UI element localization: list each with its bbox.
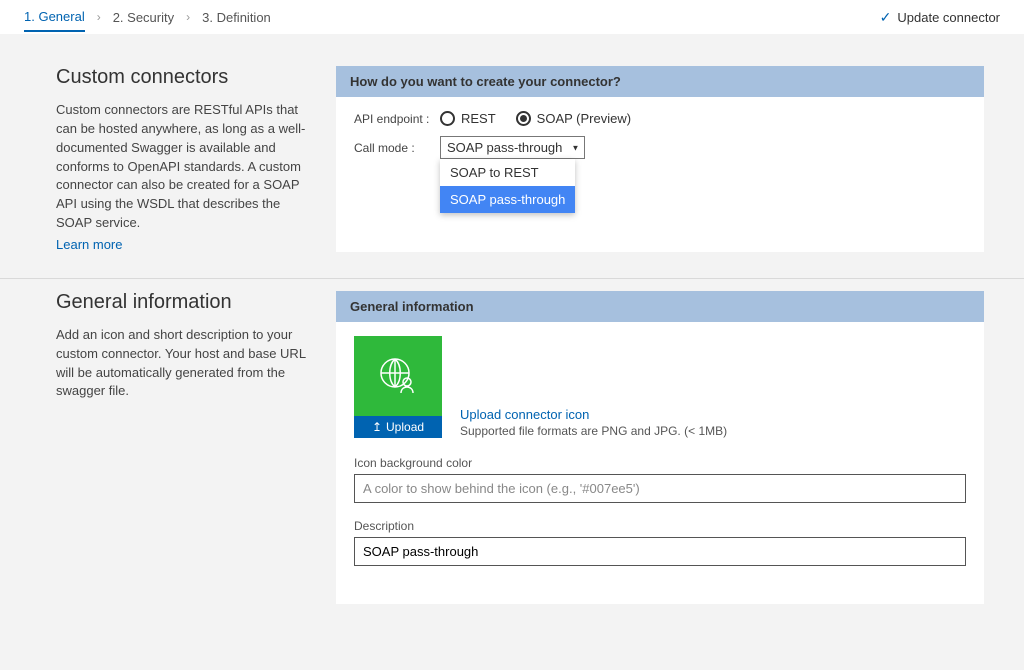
description-input[interactable] bbox=[354, 537, 966, 566]
upload-supported-text: Supported file formats are PNG and JPG. … bbox=[460, 424, 727, 438]
update-connector-label: Update connector bbox=[897, 10, 1000, 25]
top-step-bar: 1. General › 2. Security › 3. Definition… bbox=[0, 0, 1024, 34]
learn-more-link[interactable]: Learn more bbox=[56, 237, 122, 252]
radio-icon bbox=[516, 111, 531, 126]
page-body: Custom connectors Custom connectors are … bbox=[0, 34, 1024, 670]
icon-upload-row: ↥ Upload Upload connector icon Supported… bbox=[354, 336, 966, 438]
call-mode-label: Call mode : bbox=[354, 141, 440, 155]
section1-desc: Custom connectors are RESTful APIs that … bbox=[56, 101, 308, 233]
api-endpoint-radio-group: REST SOAP (Preview) bbox=[440, 111, 631, 126]
section2-desc: Add an icon and short description to you… bbox=[56, 326, 308, 401]
radio-rest[interactable]: REST bbox=[440, 111, 496, 126]
icon-bg-color-field: Icon background color bbox=[354, 456, 966, 503]
upload-connector-icon-link[interactable]: Upload connector icon bbox=[460, 407, 727, 422]
section2-left: General information Add an icon and shor… bbox=[56, 291, 336, 604]
call-mode-dropdown[interactable]: SOAP pass-through bbox=[440, 136, 585, 159]
api-endpoint-row: API endpoint : REST SOAP (Preview) bbox=[354, 111, 966, 126]
step-general[interactable]: 1. General bbox=[24, 3, 85, 32]
call-mode-dropdown-list: SOAP to REST SOAP pass-through bbox=[440, 159, 575, 213]
section2-title: General information bbox=[56, 291, 308, 314]
chevron-right-icon: › bbox=[186, 10, 190, 24]
chevron-right-icon: › bbox=[97, 10, 101, 24]
update-connector-button[interactable]: ✓ Update connector bbox=[880, 9, 1000, 26]
section1-panel: How do you want to create your connector… bbox=[336, 66, 984, 252]
upload-icon: ↥ bbox=[372, 420, 382, 434]
call-mode-selected: SOAP pass-through bbox=[447, 140, 562, 155]
radio-icon bbox=[440, 111, 455, 126]
step-definition[interactable]: 3. Definition bbox=[202, 4, 271, 31]
upload-button[interactable]: ↥ Upload bbox=[354, 416, 442, 438]
section1-title: Custom connectors bbox=[56, 66, 308, 89]
step-security[interactable]: 2. Security bbox=[113, 4, 174, 31]
globe-person-icon bbox=[377, 355, 419, 397]
icon-tile: ↥ Upload bbox=[354, 336, 442, 438]
section1-left: Custom connectors Custom connectors are … bbox=[56, 66, 336, 252]
upload-button-label: Upload bbox=[386, 420, 424, 434]
panel1-header: How do you want to create your connector… bbox=[336, 66, 984, 97]
call-mode-dropdown-wrap: SOAP pass-through SOAP to REST SOAP pass… bbox=[440, 136, 585, 159]
radio-soap[interactable]: SOAP (Preview) bbox=[516, 111, 631, 126]
icon-bg-color-label: Icon background color bbox=[354, 456, 966, 470]
call-mode-row: Call mode : SOAP pass-through SOAP to RE… bbox=[354, 136, 966, 159]
section-custom-connectors: Custom connectors Custom connectors are … bbox=[0, 54, 1024, 278]
section2-panel: General information bbox=[336, 291, 984, 604]
step-list: 1. General › 2. Security › 3. Definition bbox=[24, 3, 271, 32]
check-icon: ✓ bbox=[880, 9, 892, 26]
description-label: Description bbox=[354, 519, 966, 533]
description-field: Description bbox=[354, 519, 966, 566]
panel2-header: General information bbox=[336, 291, 984, 322]
radio-soap-label: SOAP (Preview) bbox=[537, 111, 631, 126]
panel1-body: API endpoint : REST SOAP (Preview) Call bbox=[336, 97, 984, 191]
connector-icon-preview bbox=[354, 336, 442, 416]
api-endpoint-label: API endpoint : bbox=[354, 112, 440, 126]
panel2-body: ↥ Upload Upload connector icon Supported… bbox=[336, 322, 984, 604]
radio-rest-label: REST bbox=[461, 111, 496, 126]
option-soap-to-rest[interactable]: SOAP to REST bbox=[440, 159, 575, 186]
icon-bg-color-input[interactable] bbox=[354, 474, 966, 503]
option-soap-pass-through[interactable]: SOAP pass-through bbox=[440, 186, 575, 213]
upload-info: Upload connector icon Supported file for… bbox=[460, 407, 727, 438]
section-general-information: General information Add an icon and shor… bbox=[0, 279, 1024, 630]
